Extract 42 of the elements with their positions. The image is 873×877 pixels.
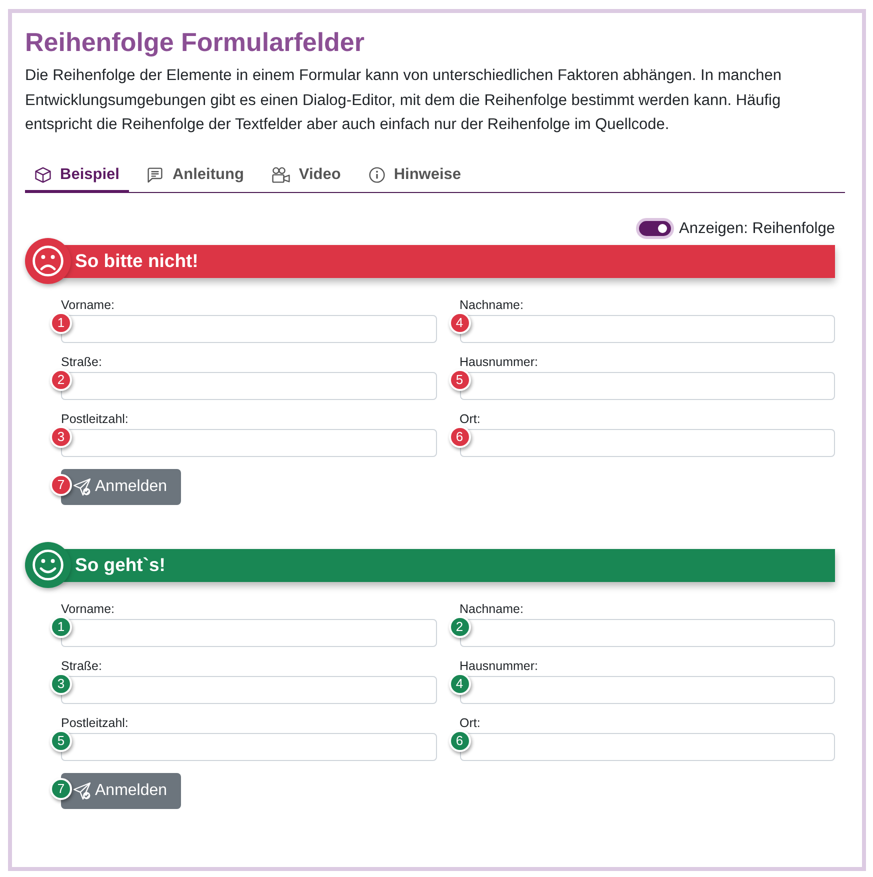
number-badge: 2 (448, 616, 470, 638)
number-badge: 6 (448, 426, 470, 448)
section-title: So geht`s! (75, 554, 166, 576)
page-title: Reihenfolge Formularfelder (25, 27, 366, 58)
field-label: Hausnummer: (460, 658, 538, 672)
field-label: Postleitzahl: (61, 412, 128, 426)
paper-plane-icon (73, 782, 91, 800)
paper-plane-icon (73, 478, 91, 496)
field-label: Ort: (460, 412, 480, 426)
tab[interactable]: Beispiel (25, 160, 130, 192)
tab[interactable]: Video (262, 160, 351, 192)
message-icon (147, 166, 164, 182)
tab[interactable]: Hinweise (358, 160, 472, 192)
field-label: Nachname: (460, 602, 524, 616)
field-label: Straße: (61, 658, 102, 672)
number-badge: 1 (50, 312, 72, 334)
number-badge: 7 (50, 474, 72, 496)
video-camera-icon (272, 166, 290, 182)
intro-text: Die Reihenfolge der Elemente in einem Formular kann von unterschiedlichen Faktoren abhängen. In manchen Entwicklungsumgebungen gibt es einen Dialog-Editor, mit dem die Reihenfolge bestimmt werden kann. Häufig entspricht die Reihenfolge der Textfelder aber auch einfach nur der Reihenfolge im Quellcode. (25, 66, 783, 135)
section-title: So bitte nicht! (75, 250, 198, 272)
number-badge: 5 (50, 730, 72, 752)
field-label: Ort: (460, 716, 480, 730)
number-badge: 2 (50, 368, 72, 390)
number-badge: 7 (50, 778, 72, 800)
info-icon (368, 166, 385, 182)
field-label: Postleitzahl: (61, 716, 128, 730)
number-badge: 4 (448, 312, 470, 334)
number-badge: 1 (50, 616, 72, 638)
field-label: Hausnummer: (460, 354, 538, 368)
toggle-label: Anzeigen: Reihenfolge (679, 218, 835, 238)
field-label: Vorname: (61, 602, 115, 616)
number-badge: 3 (50, 426, 72, 448)
number-badge: 6 (448, 730, 470, 752)
toggle-switch[interactable] (636, 218, 674, 239)
number-badge: 3 (50, 672, 72, 694)
number-badge: 4 (448, 672, 470, 694)
cube-icon (35, 166, 51, 182)
number-badge: 5 (448, 368, 470, 390)
tab[interactable]: Anleitung (137, 160, 254, 192)
field-label: Straße: (61, 354, 102, 368)
field-label: Vorname: (61, 298, 115, 312)
field-label: Nachname: (460, 298, 524, 312)
